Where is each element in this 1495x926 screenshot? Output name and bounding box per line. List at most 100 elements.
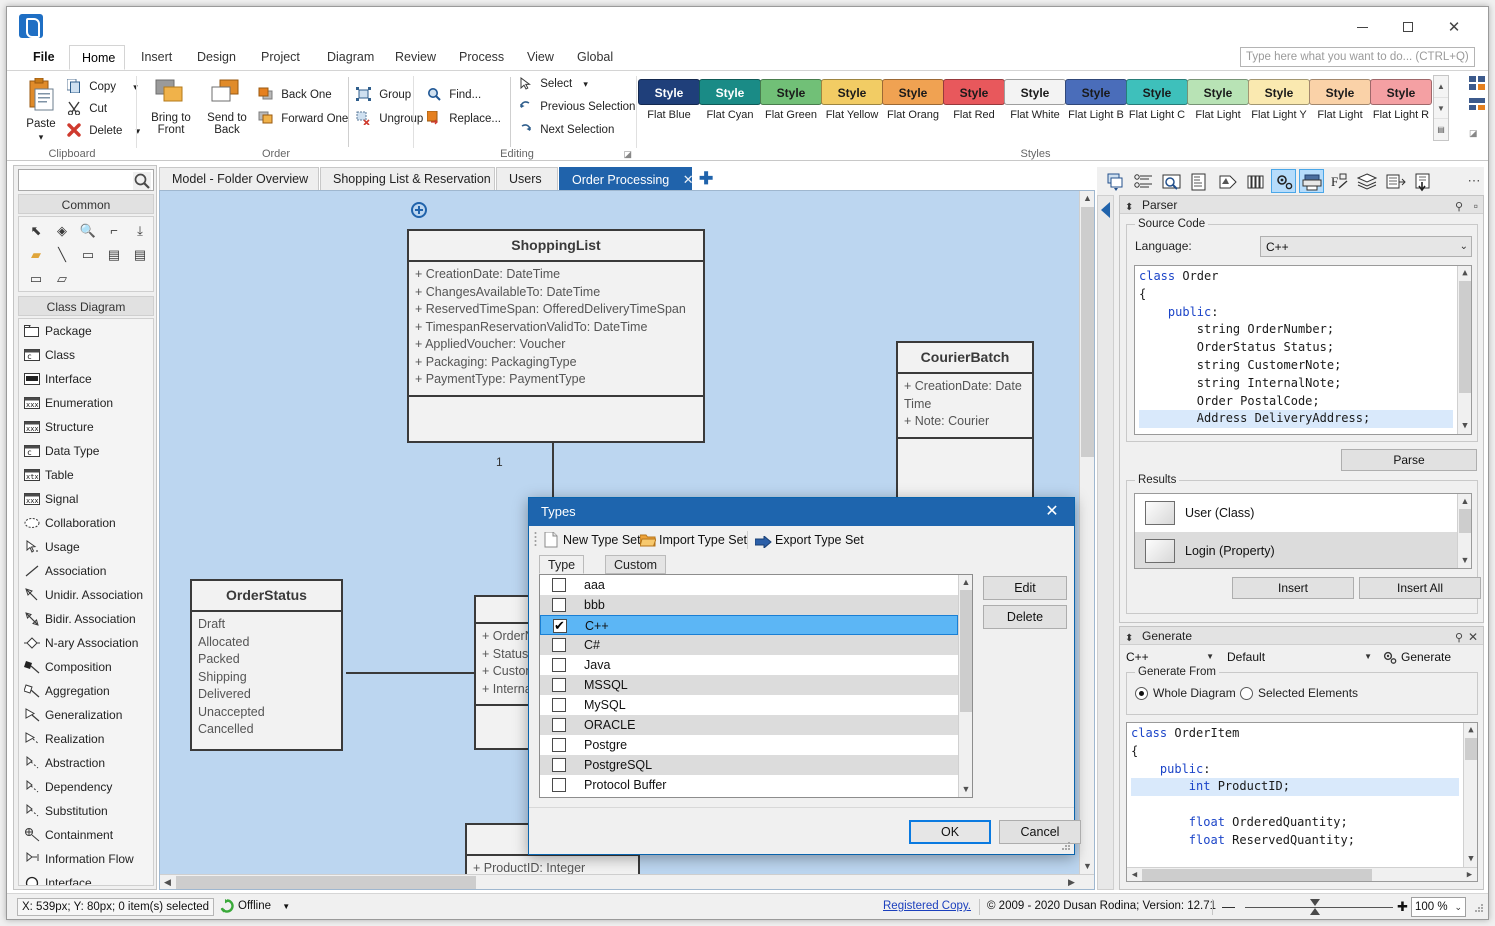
replace-button[interactable]: Replace... (427, 109, 501, 129)
ribbon-tab-diagram[interactable]: Diagram (315, 45, 386, 70)
toolbox-item-aggregation[interactable]: Aggregation (19, 679, 153, 703)
ribbon-tab-view[interactable]: View (515, 45, 566, 70)
tell-me-search-input[interactable]: Type here what you want to do... (CTRL+Q… (1240, 47, 1475, 67)
window-resize-grip-icon[interactable] (1474, 903, 1484, 913)
parser-code-scrollbar[interactable]: ▲ ▼ (1457, 266, 1471, 434)
type-set-row[interactable]: Java (540, 655, 958, 675)
type-set-row[interactable]: Postgre (540, 735, 958, 755)
scroll-down-icon[interactable]: ▼ (1464, 852, 1478, 867)
folder-icon[interactable]: ▭ (25, 269, 47, 289)
toolbox-item-data-type[interactable]: cData Type (19, 439, 153, 463)
clone-icon[interactable] (1103, 169, 1128, 193)
type-sets-scrollbar[interactable]: ▲ ▼ (958, 575, 972, 797)
back-one-button[interactable]: Back One (258, 85, 332, 105)
tab-type-sets[interactable]: Type Sets (539, 555, 584, 574)
style-chip[interactable]: Style (1370, 79, 1432, 105)
document-tab-shopping-list-reservation[interactable]: Shopping List & Reservation (320, 167, 495, 190)
generated-code-view[interactable]: class OrderItem { public: int ProductID;… (1126, 722, 1478, 882)
toolbox-item-substitution[interactable]: Substitution (19, 799, 153, 823)
type-set-checkbox[interactable] (552, 738, 566, 752)
type-set-row[interactable]: MySQL (540, 695, 958, 715)
toolbox-search-input[interactable] (18, 169, 154, 191)
style-card-flat-light-c[interactable]: StyleFlat Light C (1126, 79, 1188, 121)
chevron-down-icon[interactable]: ▼ (1206, 647, 1214, 667)
align-icon[interactable]: ⤓ (129, 221, 151, 241)
style-card-flat-orang[interactable]: StyleFlat Orang (882, 79, 944, 121)
document-tab-users[interactable]: Users (496, 167, 558, 190)
scroll-down-icon[interactable]: ▼ (1080, 859, 1095, 874)
next-selection-button[interactable]: Next Selection (519, 120, 614, 140)
printer-icon[interactable] (1299, 169, 1324, 193)
styles-dialog-launcher-icon[interactable]: ◪ (1469, 128, 1478, 139)
style-chip[interactable]: Style (1004, 79, 1066, 105)
toolbox-item-bidir-association[interactable]: Bidir. Association (19, 607, 153, 631)
add-tab-button[interactable]: ✚ (699, 169, 713, 189)
styles-gallery[interactable]: StyleFlat BlueStyleFlat CyanStyleFlat Gr… (638, 75, 1450, 147)
ribbon-tab-process[interactable]: Process (447, 45, 516, 70)
styles-scroll-more-icon[interactable]: ▤ (1434, 118, 1448, 139)
toolbar-grip-icon[interactable] (534, 531, 539, 549)
style-chip[interactable]: Style (1309, 79, 1371, 105)
resize-grip-icon[interactable] (1061, 841, 1071, 851)
radio-selected-elements[interactable] (1240, 687, 1253, 700)
toolbox-item-n-ary-association[interactable]: N-ary Association (19, 631, 153, 655)
type-set-checkbox[interactable] (552, 718, 566, 732)
parser-source-code-editor[interactable]: class Order { public: string OrderNumber… (1134, 265, 1472, 435)
scroll-down-icon[interactable]: ▼ (959, 782, 973, 797)
styles-scroll-up-icon[interactable]: ▲ (1434, 76, 1448, 97)
more-icon[interactable]: ⋯ (1465, 169, 1483, 193)
export-icon[interactable] (1411, 169, 1436, 193)
new-type-set-button[interactable]: New Type Set (543, 530, 641, 550)
tab-custom-types[interactable]: Custom Types (605, 555, 666, 574)
scroll-left-icon[interactable]: ◀ (160, 875, 175, 890)
toolbox-item-information-flow[interactable]: Information Flow (19, 847, 153, 871)
line-icon[interactable]: ╲ (51, 245, 73, 265)
collapse-arrow-icon[interactable] (1101, 202, 1110, 218)
toolbox-item-containment[interactable]: Containment (19, 823, 153, 847)
preview-icon[interactable] (1159, 169, 1184, 193)
chevron-down-icon[interactable]: ⌄ (1460, 237, 1468, 257)
ribbon-tab-review[interactable]: Review (383, 45, 448, 70)
database-icon[interactable] (1383, 169, 1408, 193)
parse-button[interactable]: Parse (1341, 449, 1477, 471)
layers-icon[interactable] (1355, 169, 1380, 193)
zoom-in-button[interactable]: ✚ (1397, 898, 1408, 915)
type-set-checkbox[interactable] (552, 578, 566, 592)
forward-one-button[interactable]: Forward One (258, 109, 348, 129)
type-set-checkbox[interactable] (553, 619, 567, 633)
style-card-flat-blue[interactable]: StyleFlat Blue (638, 79, 700, 121)
style-card-flat-light[interactable]: StyleFlat Light (1187, 79, 1249, 121)
generate-language-select[interactable]: C++ ▼ (1122, 647, 1217, 667)
registered-copy-link[interactable]: Registered Copy. (883, 898, 971, 915)
export-type-set-button[interactable]: Export Type Set (755, 530, 864, 550)
generate-button[interactable]: Generate (1382, 647, 1451, 667)
radio-whole-diagram[interactable] (1135, 687, 1148, 700)
document-tab-model-folder-overview[interactable]: Model - Folder Overview (159, 167, 319, 190)
chevron-updown-icon[interactable]: ⬍ (1125, 199, 1133, 217)
ribbon-tab-home[interactable]: Home (69, 45, 125, 70)
style-card-flat-green[interactable]: StyleFlat Green (760, 79, 822, 121)
scroll-up-icon[interactable]: ▲ (959, 575, 973, 590)
type-set-checkbox[interactable] (552, 658, 566, 672)
dock-collapse-strip[interactable] (1097, 195, 1114, 890)
zoom-out-button[interactable]: — (1222, 898, 1235, 915)
toolbox-item-collaboration[interactable]: Collaboration (19, 511, 153, 535)
select-dropdown-arrow-icon[interactable]: ▾ (583, 79, 588, 89)
toolbox-common-icons[interactable]: ⬉◈🔍⌐⤓▰╲▭▤▤▭▱ (18, 216, 154, 292)
editing-dialog-launcher-icon[interactable]: ◪ (623, 149, 632, 160)
documentation-icon[interactable] (1187, 169, 1212, 193)
settings-icon[interactable] (1271, 169, 1296, 193)
import-type-set-button[interactable]: Import Type Set (639, 530, 747, 550)
style-card-flat-red[interactable]: StyleFlat Red (943, 79, 1005, 121)
style-chip[interactable]: Style (882, 79, 944, 105)
select-button[interactable]: Select ▾ (519, 74, 588, 94)
style-chip[interactable]: Style (1126, 79, 1188, 105)
cut-button[interactable]: Cut (67, 99, 107, 119)
scroll-down-icon[interactable]: ▼ (1458, 553, 1472, 568)
scroll-right-icon[interactable]: ▶ (1462, 868, 1477, 882)
ribbon-tab-file[interactable]: File (21, 45, 65, 70)
toolbox-item-enumeration[interactable]: xxxEnumeration (19, 391, 153, 415)
dialog-close-button[interactable]: ✕ (1030, 498, 1074, 526)
zoom-icon[interactable]: 🔍 (77, 221, 99, 241)
delete-button[interactable]: Delete ▾ (67, 121, 140, 141)
